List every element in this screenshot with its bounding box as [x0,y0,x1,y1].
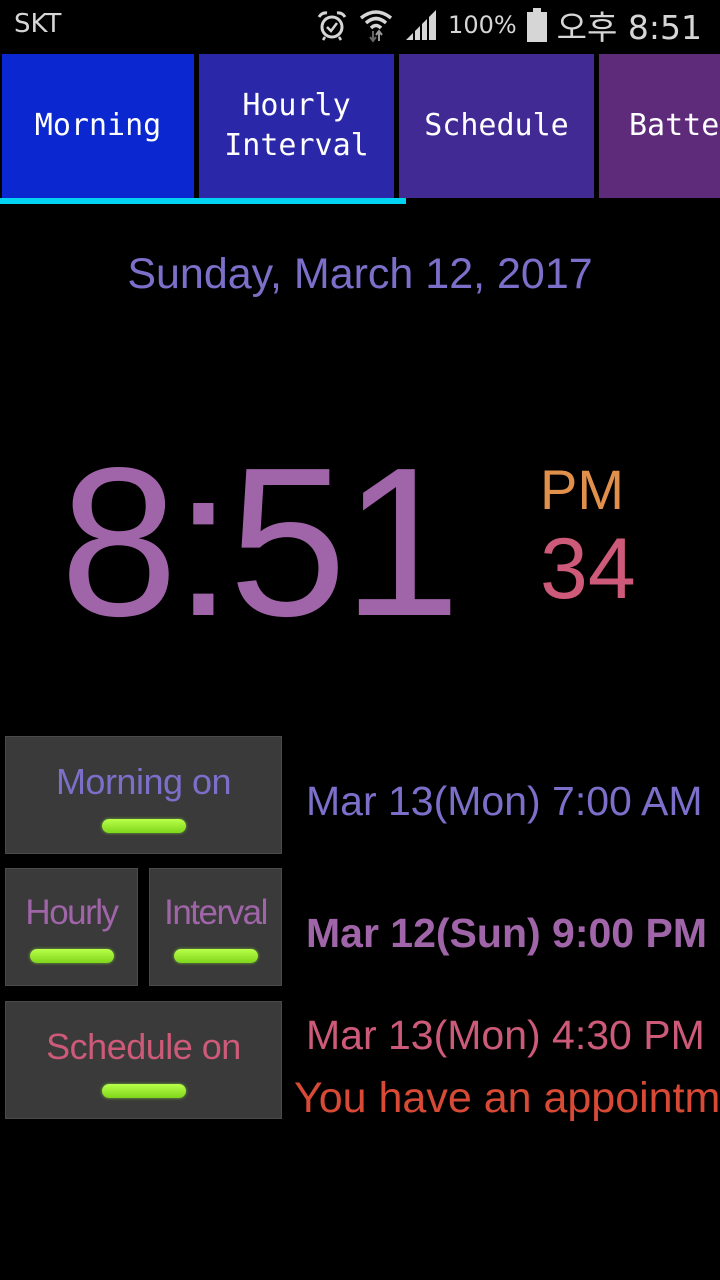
signal-icon [404,8,438,42]
interval-toggle-indicator [173,949,258,963]
next-hourly-alarm: Mar 12(Sun) 9:00 PM [306,910,707,956]
status-icons: 100% 오후 8:51 [316,4,702,47]
tab-hourly-interval[interactable]: Hourly Interval [199,54,394,198]
morning-toggle-indicator [101,819,186,833]
tab-schedule[interactable]: Schedule [399,54,594,198]
wifi-icon [358,7,394,43]
clock-seconds: 34 [540,521,636,617]
interval-toggle-label: Interval [164,893,268,932]
hourly-toggle-indicator [29,949,114,963]
alarm-clock-icon [316,9,348,41]
schedule-toggle-label: Schedule on [46,1026,241,1067]
tab-bar: Morning Hourly Interval Schedule Batte [0,54,720,198]
current-date: Sunday, March 12, 2017 [127,250,593,298]
tab-morning[interactable]: Morning [2,54,194,198]
clock-time: 8:51 [60,423,461,660]
tab-indicator [0,198,406,204]
schedule-message: You have an appointment [294,1074,720,1122]
status-clock: 오후 8:51 [556,8,702,47]
schedule-toggle-button[interactable]: Schedule on [5,1001,282,1119]
battery-icon [526,8,547,42]
next-morning-alarm: Mar 13(Mon) 7:00 AM [306,778,703,824]
next-schedule-alarm: Mar 13(Mon) 4:30 PM [306,1012,705,1058]
clock-ampm: PM [540,458,624,521]
tab-battery[interactable]: Batte [599,54,720,198]
battery-percent: 100% [448,11,517,39]
morning-toggle-label: Morning on [55,761,232,802]
interval-toggle-button[interactable]: Interval [149,868,282,986]
status-bar: SKT 100% 오후 8:51 [0,0,720,50]
hourly-toggle-button[interactable]: Hourly [5,868,138,986]
hourly-toggle-label: Hourly [25,893,119,932]
schedule-toggle-indicator [101,1084,186,1098]
morning-toggle-button[interactable]: Morning on [5,736,282,854]
carrier-name: SKT [14,9,62,39]
